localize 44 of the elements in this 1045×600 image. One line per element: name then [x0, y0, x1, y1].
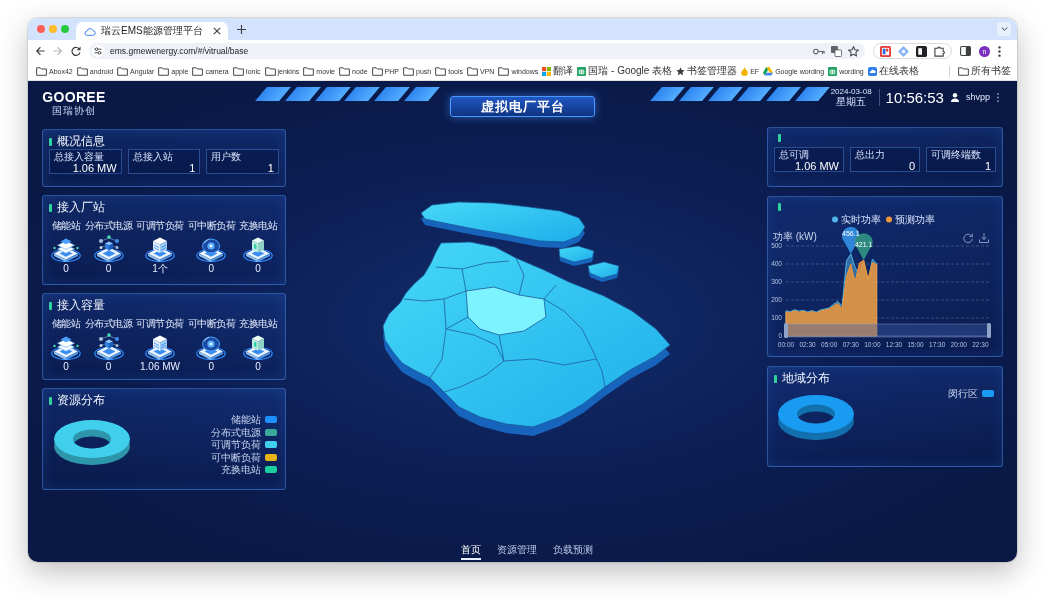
panel-title: 资源分布 — [57, 392, 105, 409]
item-value: 0 — [105, 361, 112, 372]
axis-title: 功率 (kW) — [773, 231, 817, 242]
item-value: 0 — [255, 263, 261, 274]
item-label: 储能站 — [51, 318, 81, 329]
stat-label: 总接入容量 — [54, 151, 105, 162]
panel-title: 概况信息 — [57, 133, 105, 150]
stat-label: 总可调 — [779, 149, 810, 160]
stat-label: 用户数 — [211, 151, 243, 162]
item-value: 0 — [63, 263, 69, 274]
logo-subtitle: 国瑞协创 — [52, 105, 96, 116]
item-label: 可调节负荷 — [136, 318, 184, 329]
stat-value: 1 — [983, 160, 991, 172]
stat-label: 总接入站 — [132, 151, 174, 162]
item-label: 分布式电源 — [84, 220, 133, 231]
item-value: 0 — [105, 263, 112, 274]
item-label: 充换电站 — [239, 220, 277, 231]
stat-value: 1.06 MW — [794, 160, 839, 172]
stat-label: 总出力 — [855, 149, 886, 160]
weekday: 星期五 — [836, 96, 867, 107]
item-value: 0 — [208, 361, 215, 372]
item-label: 分布式电源 — [84, 318, 133, 329]
clock-time: 10:56:53 — [878, 88, 944, 106]
item-label: 储能站 — [51, 220, 81, 231]
stat-label: 可调终端数 — [931, 149, 982, 160]
item-label: 充换电站 — [239, 318, 277, 329]
item-value: 0 — [63, 361, 69, 372]
item-label: 可中断负荷 — [187, 220, 236, 231]
item-value: 1.06 MW — [140, 361, 180, 372]
logo: GOOREE — [42, 90, 106, 104]
panel-title: 接入厂站 — [57, 199, 105, 216]
item-label: 可中断负荷 — [187, 318, 236, 329]
item-value: 1个 — [152, 263, 168, 274]
item-value: 0 — [255, 361, 261, 372]
item-value: 0 — [208, 263, 215, 274]
stat-value: 0 — [907, 160, 915, 172]
stat-value: 1 — [188, 162, 196, 174]
item-label: 可调节负荷 — [136, 220, 184, 231]
panel-title: 接入容量 — [57, 297, 105, 314]
stat-value: 1.06 MW — [71, 162, 117, 174]
date: 2024-03-08 — [830, 87, 872, 96]
page-title: 虚拟电厂平台 — [450, 96, 595, 117]
panel-title: 地域分布 — [782, 370, 830, 387]
stat-value: 1 — [266, 162, 274, 174]
